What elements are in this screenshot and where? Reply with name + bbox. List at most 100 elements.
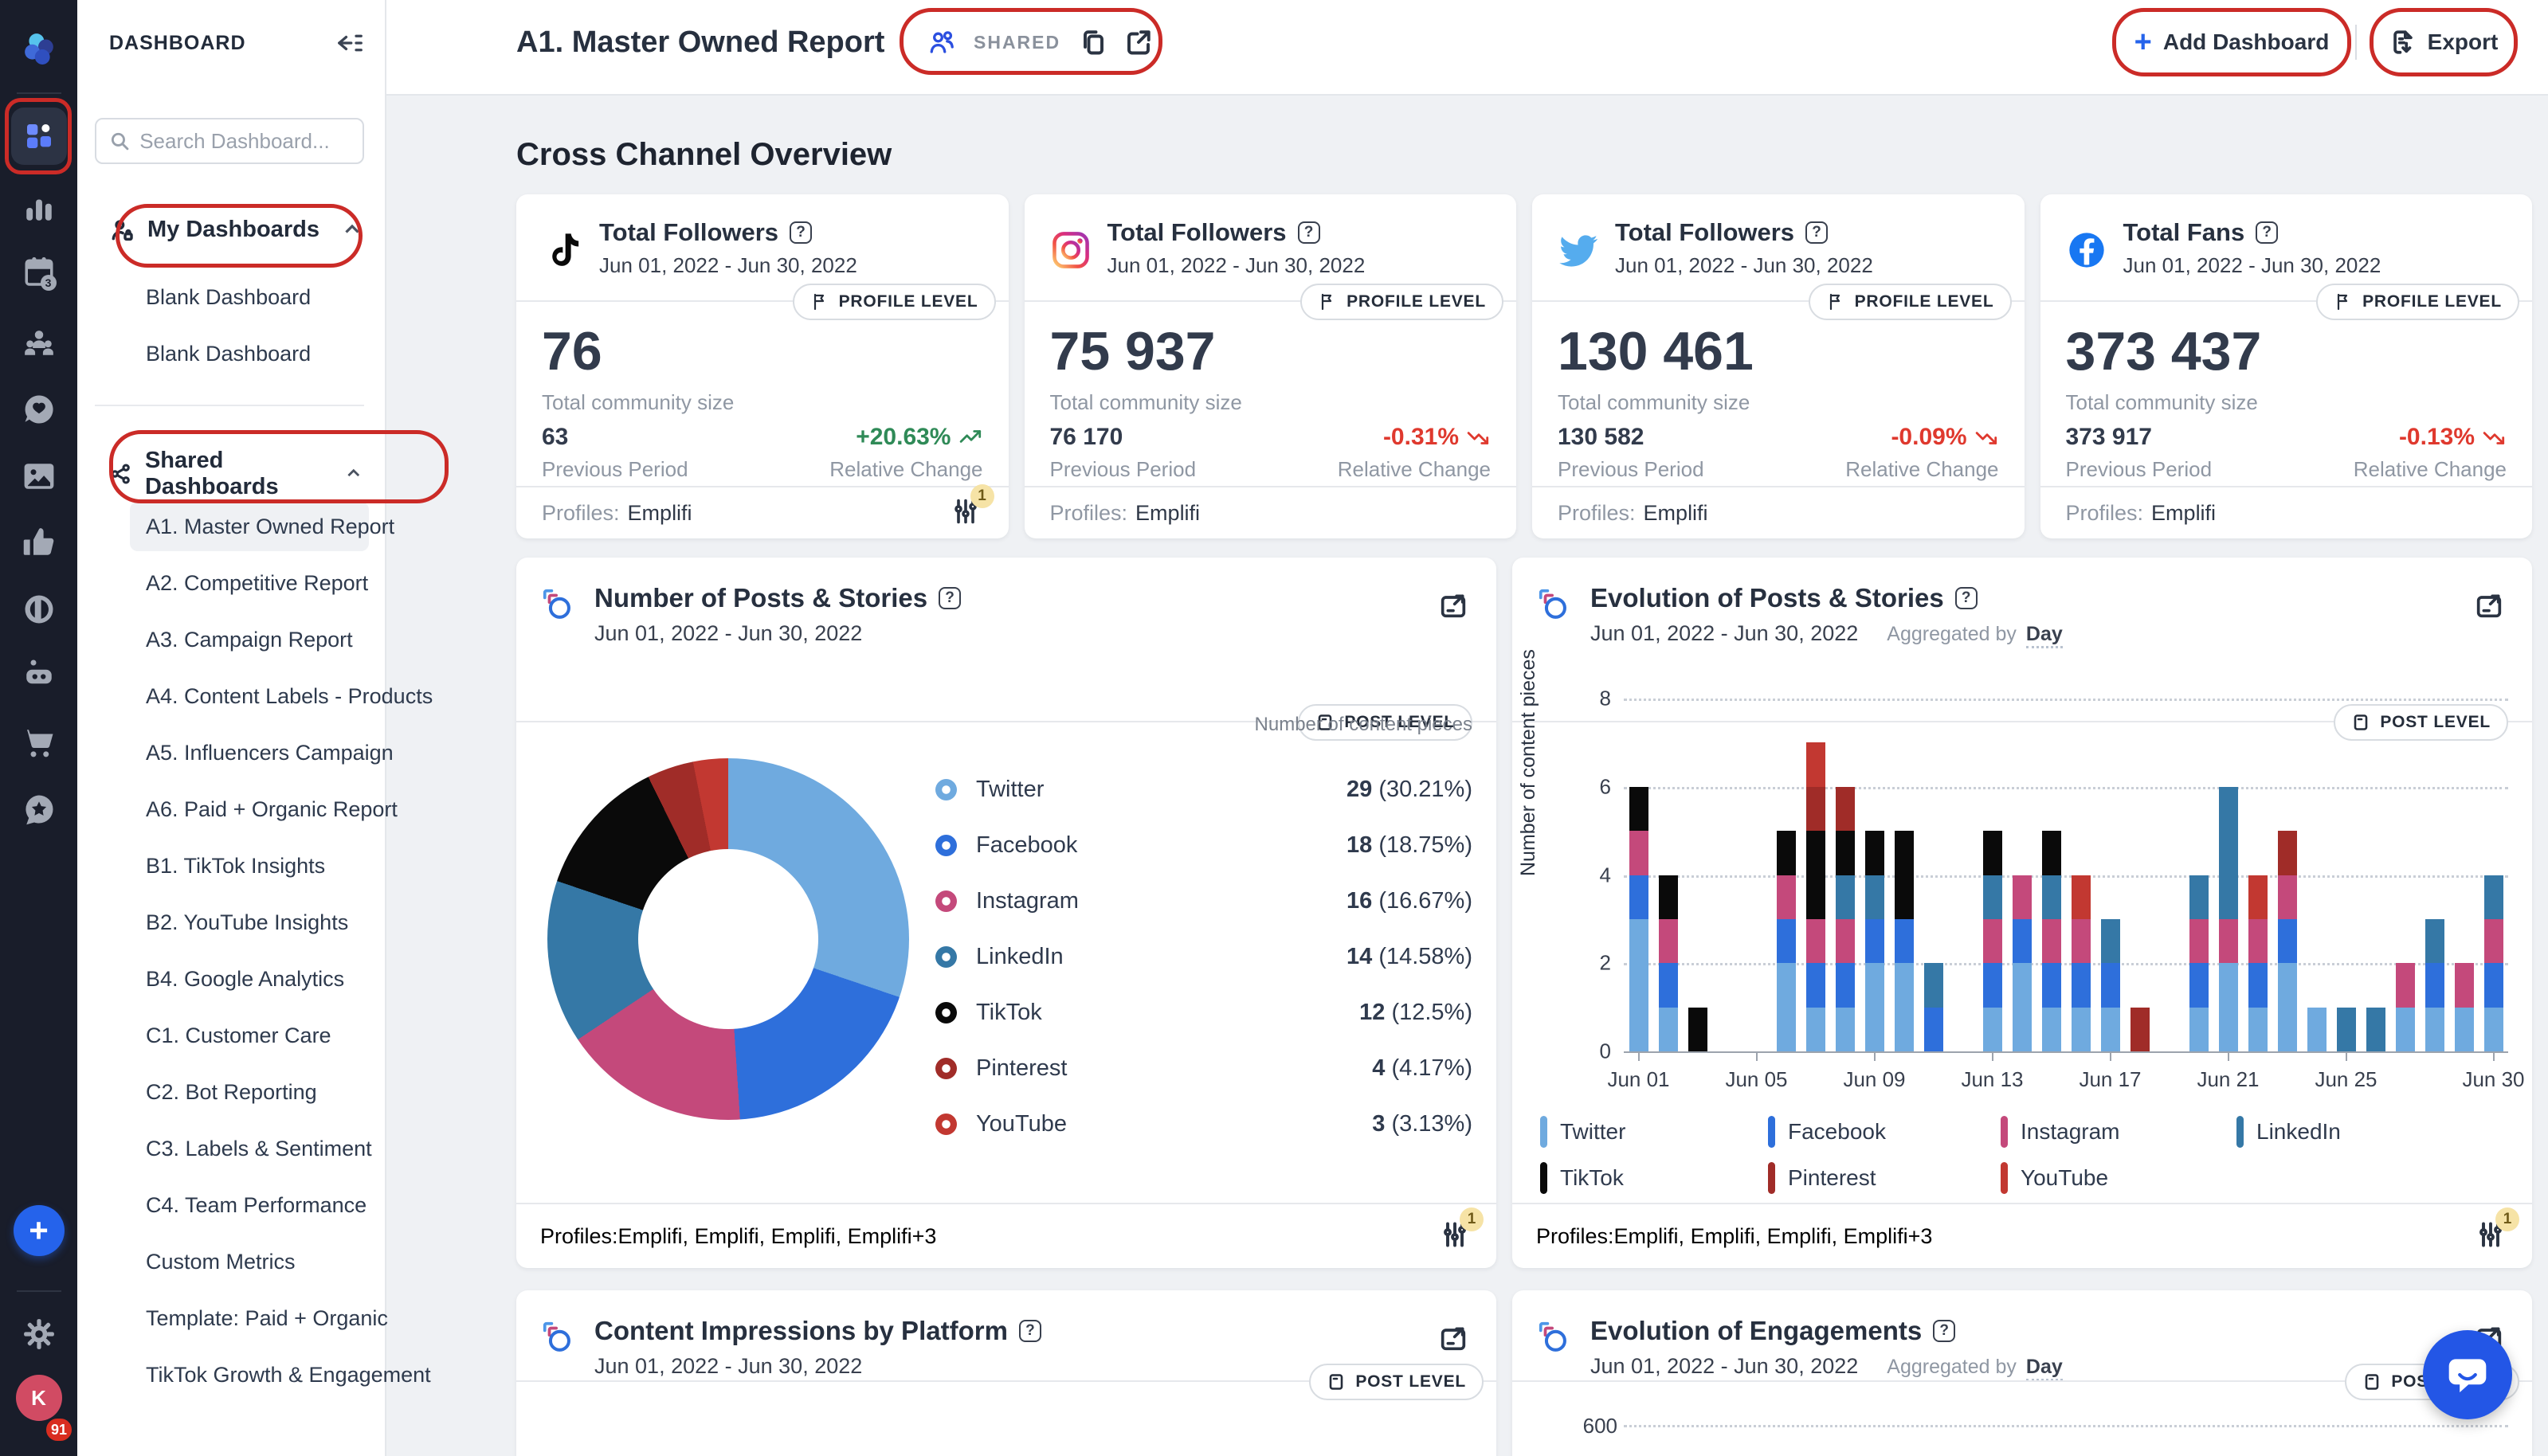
legend-item-linkedin[interactable]: LinkedIn 14 (14.58%) [935,929,1472,984]
legend-item-youtube[interactable]: YouTube [2001,1155,2236,1201]
sidebar-item-a2-competitive-report[interactable]: A2. Competitive Report [130,558,369,608]
legend-item-twitter[interactable]: Twitter 29 (30.21%) [935,761,1472,817]
collapse-sidebar-icon[interactable] [332,27,364,59]
sidebar-item-a3-campaign-report[interactable]: A3. Campaign Report [130,615,369,664]
profiles-more-link[interactable]: +3 [1908,1224,1933,1249]
help-icon[interactable]: ? [939,587,962,609]
bot-icon[interactable] [20,655,58,693]
legend-item-twitter[interactable]: Twitter [1540,1109,1768,1155]
legend-item-facebook[interactable]: Facebook 18 (18.75%) [935,817,1472,873]
sidebar-item-b2-youtube-insights[interactable]: B2. YouTube Insights [130,898,369,947]
sidebar-item-a6-paid-organic-report[interactable]: A6. Paid + Organic Report [130,785,398,834]
help-icon[interactable]: ? [1933,1320,1956,1342]
plus-icon: + [2134,25,2152,59]
sidebar-item-custom-metrics[interactable]: Custom Metrics [130,1237,369,1286]
sidebar-item-b4-google-analytics[interactable]: B4. Google Analytics [130,954,369,1004]
expand-icon[interactable] [2473,589,2505,621]
help-icon[interactable]: ? [2256,221,2279,244]
commerce-cart-icon[interactable] [20,723,58,761]
sidebar-item-a5-influencers-campaign[interactable]: A5. Influencers Campaign [130,728,394,777]
kpi-card-facebook: Total Fans? Jun 01, 2022 - Jun 30, 2022 PR… [2040,194,2532,538]
emplifi-logo-icon[interactable] [20,29,58,68]
expand-icon[interactable] [1437,589,1469,621]
bar-segment-linkedin [2100,918,2120,964]
sidebar-item-b1-tiktok-insights[interactable]: B1. TikTok Insights [130,841,369,890]
filters-control[interactable]: 1 [951,484,994,529]
sidebar-item-c1-customer-care[interactable]: C1. Customer Care [130,1011,369,1060]
legend-label: Facebook [1788,1119,1886,1144]
sidebar-item-a1-master-owned-report[interactable]: A1. Master Owned Report [130,502,394,551]
ratings-icon[interactable] [20,790,58,828]
sidebar-item-tiktok-growth-engagement[interactable]: TikTok Growth & Engagement [130,1350,431,1399]
settings-gear-icon[interactable] [20,1315,58,1353]
chat-support-button[interactable] [2423,1330,2512,1419]
bar-segment-twitter [1658,1007,1678,1051]
card-date-range: Jun 01, 2022 - Jun 30, 2022 [594,1354,863,1378]
legend-item-pinterest[interactable]: Pinterest 4 (4.17%) [935,1040,1472,1096]
bar-segment-facebook [2483,963,2503,1008]
bar-segment-twitter [2012,963,2032,1051]
legend-value: 3 (3.13%) [1372,1110,1472,1137]
add-dashboard-button[interactable]: + Add Dashboard [2119,11,2345,73]
sidebar-item-c3-labels-sentiment[interactable]: C3. Labels & Sentiment [130,1124,372,1173]
open-external-icon[interactable] [1124,28,1153,57]
bar-segment-tiktok [1658,875,1678,919]
user-avatar[interactable]: K [15,1375,62,1421]
legend-item-linkedin[interactable]: LinkedIn [2236,1109,2468,1155]
legend-label: Pinterest [1788,1165,1876,1190]
legend-item-youtube[interactable]: YouTube 3 (3.13%) [935,1096,1472,1152]
chevron-up-icon[interactable] [343,462,364,486]
sidebar-item-template-paid-organic[interactable]: Template: Paid + Organic [130,1294,388,1343]
legend-value: 29 (30.21%) [1347,776,1472,802]
help-icon[interactable]: ? [1954,587,1978,609]
legend-item-tiktok[interactable]: TikTok [1540,1155,1768,1201]
help-icon[interactable]: ? [1018,1320,1041,1342]
sidebar-item-blank-dashboard[interactable]: Blank Dashboard [130,329,369,378]
help-icon[interactable]: ? [790,221,813,244]
expand-icon[interactable] [1437,1322,1469,1354]
engagement-thumb-icon[interactable] [20,523,58,562]
calendar-icon[interactable]: 3 [20,254,58,292]
legend-item-facebook[interactable]: Facebook [1768,1109,2001,1155]
sidebar-item-c4-team-performance[interactable]: C4. Team Performance [130,1180,369,1230]
profiles-label: Profiles: [1558,500,1636,525]
legend-item-tiktok[interactable]: TikTok 12 (12.5%) [935,984,1472,1040]
copy-icon[interactable] [1078,28,1107,57]
sidebar-item-blank-dashboard[interactable]: Blank Dashboard [130,272,369,322]
help-icon[interactable]: ? [1297,221,1320,244]
post-icon [1330,1374,1343,1390]
profiles-more-link[interactable]: +3 [912,1224,937,1249]
community-icon[interactable] [20,323,58,362]
legend-item-instagram[interactable]: Instagram [2001,1109,2236,1155]
bar-segment-twitter [2307,1007,2327,1051]
bar-segment-tiktok [1835,831,1855,875]
kpi-title: Total Fans [2123,218,2245,246]
sidebar-item-c2-bot-reporting[interactable]: C2. Bot Reporting [130,1067,369,1117]
legend-item-pinterest[interactable]: Pinterest [1768,1155,2001,1201]
search-input[interactable] [139,128,350,154]
bar-segment-linkedin [2041,875,2061,919]
filters-control[interactable]: 1 [1441,1207,1484,1252]
bar-segment-tiktok [1776,831,1796,875]
export-button[interactable]: Export [2376,11,2511,73]
listening-icon[interactable] [20,590,58,628]
bar-segment-facebook [2425,963,2444,1008]
sidebar-item-dashboards[interactable] [10,108,67,165]
search-dashboard-field[interactable] [95,118,364,164]
content-icon[interactable] [20,457,58,495]
chevron-up-icon[interactable] [340,218,364,242]
analytics-icon[interactable] [20,189,58,227]
sidebar-item-a4-content-labels-products[interactable]: A4. Content Labels - Products [130,671,433,721]
bar-segment-tiktok [1688,1007,1707,1051]
my-dashboards-header[interactable]: My Dashboards [109,217,364,243]
add-button-fab[interactable]: + [13,1205,65,1256]
shared-dashboards-header[interactable]: Shared Dashboards [109,448,364,500]
aggregated-by-value[interactable]: Day [2025,1356,2063,1381]
bar-segment-youtube [2248,875,2268,919]
filters-control[interactable]: 1 [2476,1207,2519,1252]
flag-icon [2337,293,2348,311]
aggregated-by-value[interactable]: Day [2025,623,2063,648]
care-icon[interactable] [20,390,58,429]
legend-item-instagram[interactable]: Instagram 16 (16.67%) [935,873,1472,929]
help-icon[interactable]: ? [1805,221,1829,244]
